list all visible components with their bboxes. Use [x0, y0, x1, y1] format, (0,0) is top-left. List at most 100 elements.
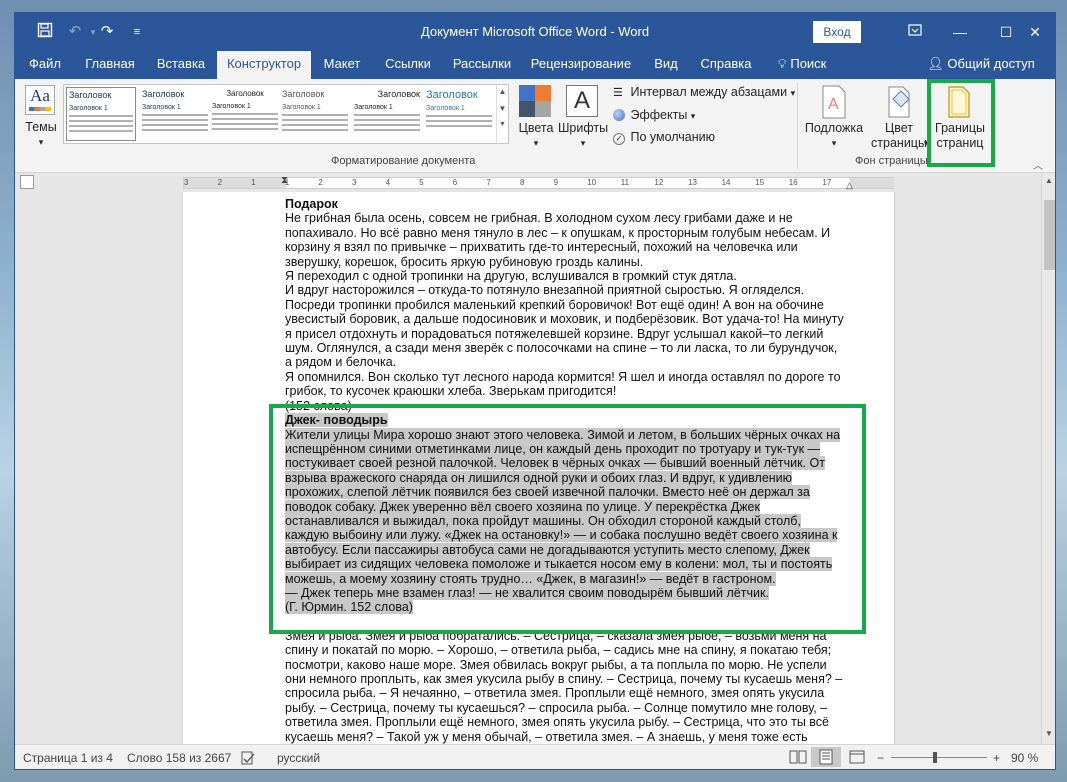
- ruler-margin-left: [184, 178, 286, 188]
- effects-label: Эффекты: [630, 108, 688, 122]
- colors-dropdown-icon[interactable]: ▾: [515, 135, 557, 151]
- signin-button[interactable]: Вход: [813, 21, 861, 43]
- gallery-scroll[interactable]: ▲ ▼ ▾: [496, 85, 508, 143]
- zoom-level[interactable]: 90 %: [1011, 751, 1038, 765]
- paragraph: И вдруг насторожился – откуда-то потянул…: [285, 283, 844, 370]
- status-bar: Страница 1 из 4 Слово 158 из 2667 русски…: [15, 744, 1055, 769]
- gallery-up-icon[interactable]: ▲: [497, 87, 508, 96]
- ruler-tick-label: 12: [654, 178, 664, 187]
- ruler-area: 3 2 1 1 2 3 4 5 6 7 8 9 10 11 12 13 14 15 16 17 ⧗ △: [15, 174, 1055, 192]
- read-mode-icon[interactable]: [789, 749, 807, 768]
- svg-text:A: A: [828, 96, 839, 113]
- close-icon[interactable]: ✕: [1015, 17, 1055, 47]
- tell-me-label: Поиск: [790, 56, 827, 71]
- themes-label: Темы: [25, 120, 57, 134]
- ruler-tick-label: 1: [251, 178, 256, 187]
- collapse-ribbon-icon[interactable]: ︿: [1033, 157, 1043, 172]
- style-set-thumb[interactable]: Заголовок Заголовок 1: [66, 87, 136, 141]
- watermark-label: Подложка: [804, 121, 864, 135]
- ruler-tick-label: 7: [486, 178, 491, 187]
- checkmark-circle-icon: ✓: [613, 133, 625, 145]
- tab-insert[interactable]: Вставка: [151, 51, 211, 79]
- ruler-tick-label: 2: [217, 178, 223, 187]
- tab-review[interactable]: Рецензирование: [529, 51, 633, 79]
- tab-mailings[interactable]: Рассылки: [447, 51, 517, 79]
- paragraph-spacing-button[interactable]: ☰ Интервал между абзацами ▾: [613, 85, 795, 99]
- tab-home[interactable]: Главная: [79, 51, 141, 79]
- style-set-thumb[interactable]: Заголовок Заголовок 1: [352, 87, 422, 141]
- zoom-slider-thumb[interactable]: [933, 752, 937, 763]
- ruler-tick-label: 3: [352, 178, 357, 187]
- gallery-down-icon[interactable]: ▼: [497, 104, 508, 113]
- themes-dropdown-icon[interactable]: ▾: [19, 134, 63, 150]
- ruler-tick-label: 3: [184, 178, 189, 187]
- ruler-tick-label: 17: [822, 178, 832, 187]
- group-divider: [797, 83, 798, 169]
- ruler-tick-label: 10: [587, 178, 597, 187]
- status-words[interactable]: Слово 158 из 2667: [127, 751, 231, 765]
- watermark-dropdown-icon[interactable]: ▾: [801, 135, 867, 151]
- style-set-thumb[interactable]: Заголовок Заголовок 1: [210, 87, 280, 141]
- tab-file[interactable]: Файл: [21, 51, 69, 79]
- zoom-in-icon[interactable]: +: [993, 751, 1000, 765]
- story-title: Подарок: [285, 197, 338, 211]
- word-window: ↶ ▾ ↷ ≡ Документ Microsoft Office Word -…: [14, 12, 1056, 770]
- style-set-thumb[interactable]: Заголовок Заголовок 1: [424, 87, 494, 141]
- zoom-slider[interactable]: [891, 757, 987, 758]
- page-color-icon[interactable]: [883, 85, 915, 119]
- ribbon-tabs: Файл Главная Вставка Конструктор Макет С…: [15, 51, 1055, 79]
- group-label-document-formatting: Форматирование документа: [331, 155, 476, 167]
- ruler-tick-label: 4: [385, 178, 391, 187]
- gallery-more-icon[interactable]: ▾: [497, 119, 508, 128]
- chevron-down-icon: ▾: [690, 111, 696, 121]
- minimize-icon[interactable]: —: [937, 17, 983, 47]
- ruler-tick-label: 8: [520, 178, 525, 187]
- style-set-gallery[interactable]: Заголовок Заголовок 1 Заголовок Заголово…: [63, 84, 509, 144]
- colors-icon[interactable]: [519, 85, 551, 117]
- watermark-icon[interactable]: A: [819, 85, 849, 119]
- scroll-thumb[interactable]: [1044, 200, 1055, 270]
- zoom-out-icon[interactable]: −: [877, 751, 884, 765]
- status-language[interactable]: русский: [277, 751, 320, 765]
- ruler-tick-label: 2: [318, 178, 323, 187]
- tell-me-search[interactable]: 💡︎ Поиск: [767, 51, 837, 79]
- print-layout-icon[interactable]: [811, 747, 841, 767]
- scroll-up-icon[interactable]: ▲: [1045, 176, 1053, 185]
- set-default-button[interactable]: ✓ По умолчанию: [613, 130, 715, 145]
- tab-selector-icon[interactable]: [20, 175, 34, 189]
- web-layout-icon[interactable]: [849, 749, 865, 768]
- effects-button[interactable]: Эффекты ▾: [613, 108, 695, 122]
- style-set-thumb[interactable]: Заголовок Заголовок 1: [140, 87, 210, 141]
- paragraph-spacing-icon: ☰: [613, 87, 623, 99]
- horizontal-ruler[interactable]: 3 2 1 1 2 3 4 5 6 7 8 9 10 11 12 13 14 15 16 17 ⧗ △: [183, 175, 894, 191]
- proofing-icon[interactable]: [241, 751, 255, 768]
- tab-layout[interactable]: Макет: [317, 51, 367, 79]
- ruler-tick-label: 15: [755, 178, 765, 187]
- status-page[interactable]: Страница 1 из 4: [23, 751, 113, 765]
- share-label: Общий доступ: [947, 56, 1035, 71]
- vertical-scrollbar[interactable]: ▲ ▼: [1041, 174, 1055, 744]
- indent-marker-icon[interactable]: ⧗: [281, 175, 288, 186]
- ruler-tick-label: 11: [620, 178, 630, 187]
- lightbulb-icon: 💡︎: [777, 56, 787, 71]
- right-indent-marker-icon[interactable]: △: [846, 180, 853, 191]
- tab-design[interactable]: Конструктор: [217, 51, 311, 79]
- fonts-label: Шрифты: [557, 121, 609, 135]
- themes-icon[interactable]: Aa: [25, 85, 55, 115]
- fonts-dropdown-icon[interactable]: ▾: [557, 135, 609, 151]
- ruler-tick-label: 16: [788, 178, 798, 187]
- tab-view[interactable]: Вид: [645, 51, 687, 79]
- ruler-tick-label: 9: [553, 178, 559, 187]
- ribbon-display-icon[interactable]: [892, 17, 938, 47]
- ruler-tick-label: 14: [721, 178, 731, 187]
- style-set-thumb[interactable]: Заголовок Заголовок 1: [280, 87, 350, 141]
- scroll-down-icon[interactable]: ▼: [1045, 729, 1053, 738]
- page-color-label: Цвет: [884, 121, 913, 135]
- ruler-margin-right: [850, 178, 894, 188]
- colors-label: Цвета: [518, 121, 554, 135]
- tab-help[interactable]: Справка: [695, 51, 757, 79]
- fonts-icon[interactable]: A: [566, 85, 598, 117]
- highlight-box-selection: [269, 404, 866, 634]
- share-button[interactable]: 👤︎ Общий доступ: [925, 51, 1037, 79]
- tab-references[interactable]: Ссылки: [375, 51, 441, 79]
